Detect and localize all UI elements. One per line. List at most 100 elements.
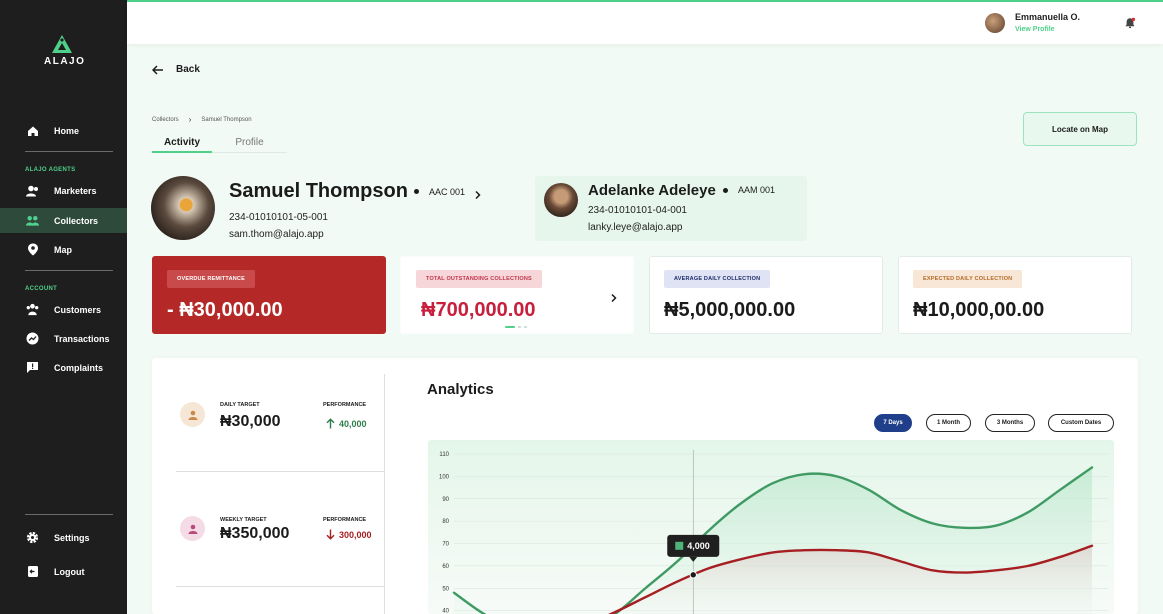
sidebar-item-label: Marketers: [54, 185, 97, 196]
stat-value: - ₦30,000.00: [167, 299, 283, 321]
manager-name: Adelanke Adeleye: [588, 182, 716, 199]
y-tick-label: 100: [439, 474, 450, 480]
sidebar-item-transactions[interactable]: Transactions: [0, 326, 127, 351]
range-7-days-button[interactable]: 7 Days: [874, 414, 912, 432]
back-label: Back: [176, 64, 200, 75]
sidebar-item-collectors[interactable]: Collectors: [0, 208, 127, 233]
range-custom-dates-button[interactable]: Custom Dates: [1048, 414, 1114, 432]
sidebar-item-label: Logout: [54, 566, 85, 577]
tab-bar: Activity Profile: [152, 137, 287, 153]
home-icon: [26, 124, 39, 137]
daily-performance: 40,000: [326, 418, 367, 429]
overdue-remittance-card[interactable]: OVERDUE REMITTANCE - ₦30,000.00: [152, 256, 386, 334]
transactions-icon: [26, 332, 39, 345]
stat-value: ₦700,000.00: [421, 299, 536, 321]
separator-dot: [414, 189, 419, 194]
alajo-logo-icon: [52, 35, 72, 53]
back-button[interactable]: Back: [152, 64, 200, 75]
weekly-target-label: WEEKLY TARGET: [220, 517, 267, 523]
data-point-marker: [689, 571, 697, 579]
analytics-title: Analytics: [427, 381, 494, 398]
chevron-right-icon[interactable]: [474, 187, 482, 205]
arrow-up-icon: [326, 418, 335, 429]
collectors-icon: [26, 214, 39, 227]
tab-profile[interactable]: Profile: [212, 137, 287, 152]
average-daily-card[interactable]: AVERAGE DAILY COLLECTION ₦5,000,000.00: [649, 256, 883, 334]
range-3-months-button[interactable]: 3 Months: [985, 414, 1035, 432]
notification-bell-icon[interactable]: [1124, 16, 1136, 34]
target-divider: [176, 471, 385, 472]
sidebar-item-logout[interactable]: Logout: [0, 559, 127, 584]
sidebar-divider: [25, 270, 113, 271]
arrow-down-icon: [326, 529, 335, 540]
total-outstanding-card[interactable]: TOTAL OUTSTANDING COLLECTIONS ₦700,000.0…: [400, 256, 634, 334]
section-label-account: ACCOUNT: [25, 286, 58, 292]
carousel-next-icon[interactable]: [610, 290, 618, 308]
weekly-target-value: ₦350,000: [220, 525, 290, 542]
separator-dot: [723, 188, 728, 193]
analytics-line-chart: 110 100 90 80 70 60 50 40 4,000: [428, 440, 1114, 614]
collector-email: sam.thom@alajo.app: [229, 229, 324, 240]
carousel-dot[interactable]: [505, 326, 515, 328]
y-tick-label: 90: [442, 497, 449, 503]
collector-phone: 234-01010101-05-001: [229, 212, 328, 223]
manager-email: lanky.leye@alajo.app: [588, 222, 683, 233]
daily-target-value: ₦30,000: [220, 413, 281, 430]
tab-activity[interactable]: Activity: [152, 137, 212, 153]
panel-divider: [384, 374, 385, 614]
sidebar-item-map[interactable]: Map: [0, 237, 127, 262]
sidebar-item-settings[interactable]: Settings: [0, 525, 127, 550]
expected-daily-card[interactable]: EXPECTED DAILY COLLECTION ₦10,000,00.00: [898, 256, 1132, 334]
carousel-dot[interactable]: [518, 326, 521, 328]
sidebar-item-label: Customers: [54, 304, 102, 315]
sidebar-item-label: Collectors: [54, 215, 99, 226]
customers-icon: [26, 303, 39, 316]
target-divider: [176, 586, 385, 587]
brand-logo[interactable]: ALAJO: [44, 34, 86, 67]
stat-label: EXPECTED DAILY COLLECTION: [913, 270, 1023, 288]
sidebar-item-label: Map: [54, 244, 72, 255]
complaints-icon: [26, 361, 39, 374]
sidebar-item-label: Settings: [54, 532, 90, 543]
carousel-dot[interactable]: [524, 326, 527, 328]
y-tick-label: 70: [442, 542, 449, 548]
y-tick-label: 40: [442, 609, 449, 614]
manager-avatar: [544, 183, 578, 217]
view-profile-link[interactable]: View Profile: [1015, 26, 1055, 33]
tooltip-value: 4,000: [687, 541, 710, 551]
sidebar-item-label: Home: [54, 125, 80, 136]
weekly-target-icon: [180, 516, 205, 541]
breadcrumb-parent[interactable]: Collectors: [152, 117, 179, 123]
locate-on-map-button[interactable]: Locate on Map: [1023, 112, 1137, 146]
manager-code: AAM 001: [738, 185, 776, 195]
stat-value: ₦5,000,000.00: [664, 299, 796, 321]
y-tick-label: 60: [442, 564, 449, 570]
gear-icon: [26, 531, 39, 544]
sidebar-divider: [25, 151, 113, 152]
sidebar-item-home[interactable]: Home: [0, 118, 127, 143]
brand-name: ALAJO: [44, 56, 86, 67]
y-tick-label: 80: [442, 519, 449, 525]
weekly-performance: 300,000: [326, 529, 372, 540]
stat-label: AVERAGE DAILY COLLECTION: [664, 270, 771, 288]
collector-code: AAC 001: [429, 187, 466, 197]
daily-target-icon: [180, 402, 205, 427]
range-1-month-button[interactable]: 1 Month: [926, 414, 971, 432]
carousel-dots: [505, 326, 527, 328]
logout-icon: [26, 565, 39, 578]
section-label-agents: ALAJO AGENTS: [25, 167, 76, 173]
chevron-right-icon: ›: [188, 115, 192, 124]
daily-target-label: DAILY TARGET: [220, 402, 260, 408]
sidebar-item-marketers[interactable]: Marketers: [0, 178, 127, 203]
top-bar: Emmanuella O. View Profile: [127, 0, 1163, 44]
map-pin-icon: [26, 243, 39, 256]
sidebar-item-label: Complaints: [54, 362, 104, 373]
tooltip-swatch: [675, 541, 684, 550]
avatar[interactable]: [985, 13, 1005, 33]
weekly-performance-label: PERFORMANCE: [323, 517, 367, 523]
arrow-left-icon: [152, 64, 163, 75]
sidebar-item-customers[interactable]: Customers: [0, 297, 127, 322]
stat-label: TOTAL OUTSTANDING COLLECTIONS: [416, 270, 542, 288]
sidebar-item-complaints[interactable]: Complaints: [0, 355, 127, 380]
daily-performance-label: PERFORMANCE: [323, 402, 367, 408]
